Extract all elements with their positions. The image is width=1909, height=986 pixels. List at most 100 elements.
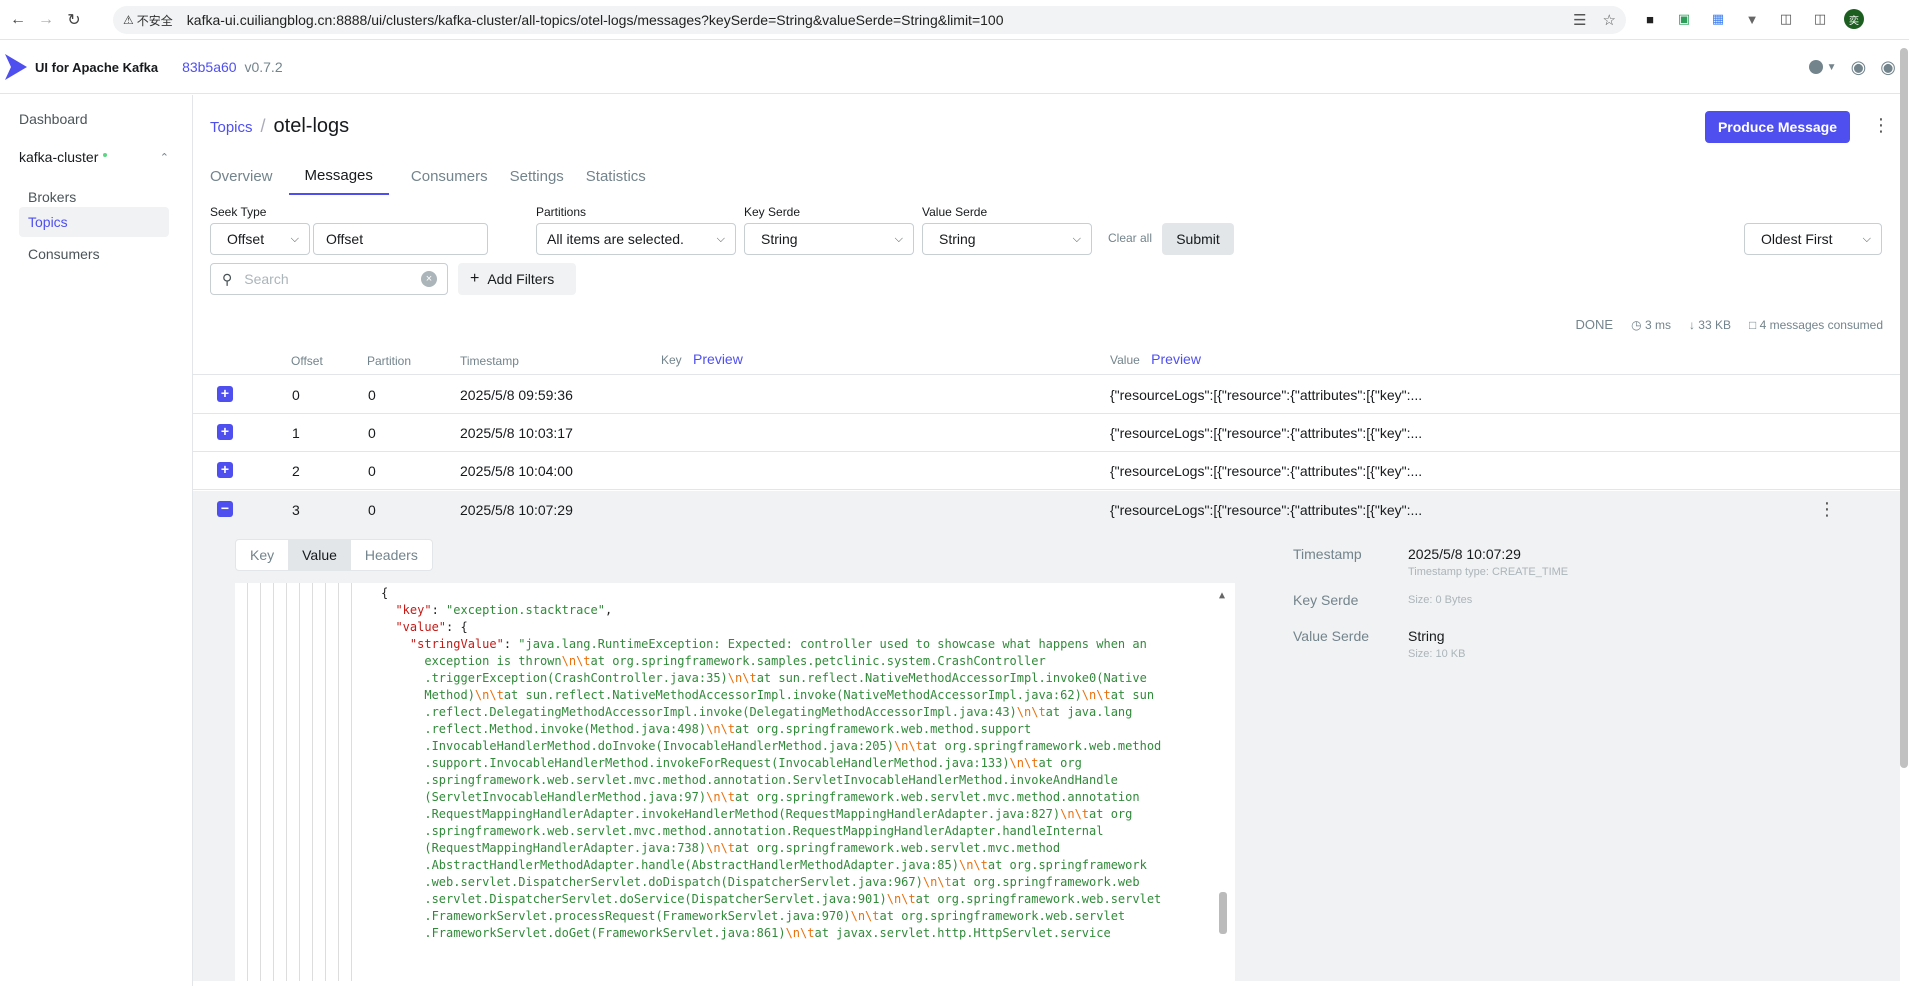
key-serde-label: Key Serde: [744, 205, 801, 219]
sidebar: Dashboard kafka-cluster ⌃ Brokers Topics…: [0, 95, 193, 986]
chevron-down-icon: ⌵: [1862, 232, 1871, 245]
clear-all-button[interactable]: Clear all: [1108, 231, 1152, 245]
meta-key-size: Size: 0 Bytes: [1408, 594, 1473, 606]
version-hash-link[interactable]: 83b5a60: [182, 59, 237, 75]
discord-icon[interactable]: ◉: [1880, 57, 1896, 78]
address-bar[interactable]: ⚠ 不安全 kafka-ui.cuiliangblog.cn:8888/ui/c…: [113, 6, 1626, 34]
github-icon[interactable]: ◉: [1851, 57, 1867, 78]
key-serde-select[interactable]: String ⌵: [744, 223, 914, 255]
table-row[interactable]: + 0 0 2025/5/8 09:59:36 {"resourceLogs":…: [193, 376, 1900, 414]
tab-consumers[interactable]: Consumers: [411, 157, 488, 195]
code-token: at org.springframework.web: [951, 875, 1140, 889]
code-token: \n\t: [1081, 688, 1111, 702]
code-token: .triggerException(CrashController.java:3…: [381, 671, 728, 685]
code-token: {: [381, 586, 389, 600]
code-token: \n\t: [1060, 807, 1090, 821]
profile-avatar[interactable]: 奕: [1844, 9, 1864, 29]
table-row[interactable]: + 2 0 2025/5/8 10:04:00 {"resourceLogs":…: [193, 452, 1900, 490]
code-token: .reflect.Method.invoke(Method.java:498): [381, 722, 707, 736]
sidebar-panel-icon[interactable]: ◫: [1810, 9, 1830, 29]
insecure-badge[interactable]: ⚠ 不安全: [123, 12, 173, 29]
sidebar-item-consumers[interactable]: Consumers: [19, 239, 169, 269]
clock-icon: ◷: [1631, 317, 1642, 332]
topic-actions-kebab-icon[interactable]: ⋮: [1872, 115, 1890, 136]
extensions-puzzle-icon[interactable]: ◫: [1776, 9, 1796, 29]
chevron-down-icon: ▼: [1826, 61, 1837, 73]
forward-icon[interactable]: →: [32, 6, 60, 34]
code-token: at javax.servlet.http.HttpServlet.servic…: [814, 926, 1111, 940]
translate-extension-icon[interactable]: ▦: [1708, 9, 1728, 29]
app-logo[interactable]: UI for Apache Kafka: [5, 54, 158, 80]
meta-value-serde-label: Value Serde: [1293, 628, 1370, 644]
code-token: \n\t: [706, 722, 736, 736]
consume-stats: DONE ◷ 3 ms ↓ 33 KB □ 4 messages consume…: [1576, 317, 1883, 332]
key-preview-button[interactable]: Preview: [693, 351, 743, 367]
message-detail-tabs: Key Value Headers: [235, 539, 433, 571]
code-token: \n\t: [886, 892, 916, 906]
sidebar-item-dashboard[interactable]: Dashboard: [19, 111, 88, 127]
bookmark-star-icon[interactable]: ☆: [1603, 11, 1616, 29]
table-row-expanded[interactable]: − 3 0 2025/5/8 10:07:29 {"resourceLogs":…: [193, 491, 1900, 529]
add-filters-button[interactable]: + Add Filters: [458, 263, 576, 295]
message-value-viewer[interactable]: { "key": "exception.stacktrace", "value"…: [235, 583, 1235, 981]
user-icon: [1808, 60, 1823, 74]
partitions-select[interactable]: All items are selected. ⌵: [536, 223, 736, 255]
breadcrumb-topics-link[interactable]: Topics: [210, 119, 253, 136]
reload-icon[interactable]: ↻: [60, 6, 88, 34]
value-preview-button[interactable]: Preview: [1151, 351, 1201, 367]
table-row[interactable]: + 1 0 2025/5/8 10:03:17 {"resourceLogs":…: [193, 414, 1900, 452]
cluster-status-dot: [103, 153, 108, 157]
produce-message-button[interactable]: Produce Message: [1705, 111, 1850, 143]
offset-input[interactable]: Offset: [313, 223, 488, 255]
clear-search-icon[interactable]: ×: [421, 271, 437, 287]
back-icon[interactable]: ←: [4, 6, 32, 34]
value-serde-select[interactable]: String ⌵: [922, 223, 1092, 255]
tab-messages[interactable]: Messages: [288, 157, 389, 195]
tab-key[interactable]: Key: [236, 540, 288, 570]
arrow-down-icon: ↓: [1688, 317, 1695, 332]
code-token: \n\t: [706, 841, 736, 855]
tab-statistics[interactable]: Statistics: [586, 157, 646, 195]
code-token: at org.springframework.web.method.suppor…: [735, 722, 1032, 736]
sidebar-item-topics[interactable]: Topics: [19, 207, 169, 237]
meta-value-serde-value: String: [1408, 628, 1445, 644]
user-menu-button[interactable]: ▼: [1808, 60, 1837, 74]
code-line: .triggerException(CrashController.java:3…: [381, 670, 1226, 687]
code-scrollbar[interactable]: [1219, 892, 1227, 934]
page-scrollbar[interactable]: [1900, 48, 1908, 768]
translate-icon[interactable]: ☰: [1573, 11, 1586, 29]
column-timestamp: Timestamp: [460, 354, 519, 368]
sidebar-cluster-toggle[interactable]: kafka-cluster ⌃: [19, 149, 169, 165]
expand-row-icon[interactable]: +: [217, 424, 233, 440]
code-token: \n\t: [474, 688, 504, 702]
extension-icon[interactable]: ▼: [1742, 9, 1762, 29]
code-token: .servlet.DispatcherServlet.doService(Dis…: [381, 892, 887, 906]
submit-button[interactable]: Submit: [1162, 223, 1234, 255]
code-line: {: [381, 585, 1226, 602]
extension-icon[interactable]: ▣: [1674, 9, 1694, 29]
expand-row-icon[interactable]: +: [217, 386, 233, 402]
meta-value-size: Size: 10 KB: [1408, 648, 1466, 660]
elapsed-stat: ◷ 3 ms: [1631, 317, 1671, 332]
tab-headers[interactable]: Headers: [351, 540, 432, 570]
code-line: .reflect.Method.invoke(Method.java:498)\…: [381, 721, 1226, 738]
tab-overview[interactable]: Overview: [210, 157, 273, 195]
row-actions-kebab-icon[interactable]: ⋮: [1818, 499, 1836, 520]
code-token: at sun.reflect.NativeMethodAccessorImpl.…: [756, 671, 1147, 685]
code-line: .AbstractHandlerMethodAdapter.handle(Abs…: [381, 857, 1226, 874]
collapse-row-icon[interactable]: −: [217, 501, 233, 517]
scroll-up-icon[interactable]: ▲: [1219, 587, 1225, 604]
sort-order-select[interactable]: Oldest First ⌵: [1744, 223, 1882, 255]
extension-icon[interactable]: ■: [1640, 9, 1660, 29]
url-text[interactable]: kafka-ui.cuiliangblog.cn:8888/ui/cluster…: [187, 12, 1004, 28]
page-title: otel-logs: [273, 115, 350, 137]
tab-settings[interactable]: Settings: [510, 157, 564, 195]
tab-value[interactable]: Value: [288, 540, 351, 570]
code-token: .InvocableHandlerMethod.doInvoke(Invocab…: [381, 739, 894, 753]
code-token: \n\t: [1016, 705, 1046, 719]
code-token: .support.InvocableHandlerMethod.invokeFo…: [381, 756, 1010, 770]
search-input[interactable]: ⚲ Search ×: [210, 263, 448, 295]
seek-type-select[interactable]: Offset ⌵: [210, 223, 310, 255]
expand-row-icon[interactable]: +: [217, 462, 233, 478]
